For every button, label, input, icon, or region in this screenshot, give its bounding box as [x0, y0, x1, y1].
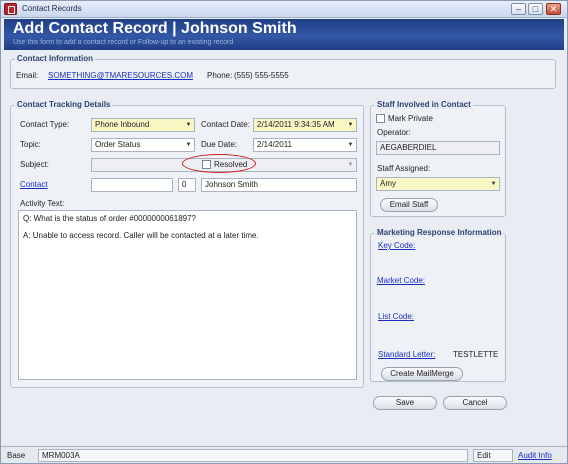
save-button[interactable]: Save [373, 396, 437, 410]
activity-text-label: Activity Text: [20, 199, 65, 208]
status-form-code: MRM003A [38, 449, 468, 462]
contact-records-window: Contact Records – □ ✕ Add Contact Record… [0, 0, 568, 464]
status-mode: Base [7, 451, 26, 460]
maximize-button[interactable]: □ [528, 3, 543, 15]
contact-tracking-legend: Contact Tracking Details [15, 100, 113, 109]
contact-information-legend: Contact Information [15, 54, 95, 63]
operator-label: Operator: [377, 128, 411, 137]
create-mailmerge-button[interactable]: Create MailMerge [381, 367, 463, 381]
email-label: Email: [16, 71, 39, 80]
staff-assigned-label: Staff Assigned: [377, 164, 431, 173]
staff-assigned-value: Amy [380, 179, 396, 188]
marketing-response-legend: Marketing Response Information [375, 228, 504, 237]
contact-code-input[interactable] [91, 178, 173, 192]
status-state: Edit [473, 449, 513, 462]
cancel-button[interactable]: Cancel [443, 396, 507, 410]
subject-label: Subject: [20, 160, 49, 169]
email-link[interactable]: SOMETHING@TMARESOURCES.COM [48, 71, 193, 80]
annotation-highlight-circle [182, 154, 256, 173]
topic-select[interactable]: Order Status ▼ [91, 138, 195, 152]
contact-name-input[interactable]: Johnson Smith [201, 178, 357, 192]
contact-type-select[interactable]: Phone Inbound ▼ [91, 118, 195, 132]
contact-date-label: Contact Date: [201, 120, 250, 129]
contact-id-input[interactable]: 0 [178, 178, 196, 192]
chevron-down-icon: ▼ [185, 122, 192, 128]
activity-line-answer: A: Unable to access record. Caller will … [23, 231, 259, 240]
mark-private-label: Mark Private [388, 114, 433, 123]
key-code-link[interactable]: Key Code: [378, 241, 415, 250]
staff-involved-group: Staff Involved in Contact Mark Private O… [370, 100, 506, 217]
contact-date-value: 2/14/2011 9:34:35 AM [257, 120, 335, 129]
page-subtitle: Use this form to add a contact record or… [13, 39, 234, 46]
form-header: Add Contact Record | Johnson Smith Use t… [4, 19, 564, 50]
topic-value: Order Status [95, 140, 141, 149]
due-date-picker[interactable]: 2/14/2011 ▼ [253, 138, 357, 152]
contact-link[interactable]: Contact [20, 180, 48, 189]
due-date-value: 2/14/2011 [257, 140, 292, 149]
due-date-label: Due Date: [201, 140, 238, 149]
staff-involved-legend: Staff Involved in Contact [375, 100, 473, 109]
window-title: Contact Records [22, 4, 82, 13]
chevron-down-icon: ▼ [347, 122, 354, 128]
marketing-response-group: Marketing Response Information Key Code:… [370, 228, 506, 382]
contact-type-value: Phone Inbound [95, 120, 150, 129]
standard-letter-link[interactable]: Standard Letter: [378, 350, 435, 359]
status-bar: Base MRM003A Edit Audit Info [1, 446, 567, 463]
page-title: Add Contact Record | Johnson Smith [13, 20, 297, 37]
standard-letter-value: TESTLETTE [453, 350, 499, 359]
title-bar: Contact Records – □ ✕ [1, 1, 567, 18]
operator-field: AEGABERDIEL [376, 141, 500, 155]
minimize-button[interactable]: – [511, 3, 526, 15]
contact-information-group: Contact Information Email: SOMETHING@TMA… [10, 54, 556, 89]
chevron-down-icon: ▼ [185, 142, 192, 148]
topic-label: Topic: [20, 140, 41, 149]
list-code-link[interactable]: List Code: [378, 312, 414, 321]
close-button[interactable]: ✕ [546, 3, 561, 15]
staff-assigned-select[interactable]: Amy ▼ [376, 177, 500, 191]
activity-textarea[interactable]: Q: What is the status of order #00000000… [18, 210, 357, 380]
phone-label: Phone: [207, 71, 233, 80]
app-icon [4, 3, 17, 15]
mark-private-checkbox[interactable] [376, 114, 385, 123]
audit-info-link[interactable]: Audit Info [518, 451, 552, 460]
contact-date-picker[interactable]: 2/14/2011 9:34:35 AM ▼ [253, 118, 357, 132]
phone-value: (555) 555-5555 [234, 71, 289, 80]
chevron-down-icon: ▼ [347, 162, 354, 168]
contact-tracking-group: Contact Tracking Details Contact Type: P… [10, 100, 364, 388]
chevron-down-icon: ▼ [490, 181, 497, 187]
market-code-link[interactable]: Market Code: [377, 276, 425, 285]
activity-line-question: Q: What is the status of order #00000000… [23, 214, 197, 223]
contact-type-label: Contact Type: [20, 120, 70, 129]
chevron-down-icon: ▼ [347, 142, 354, 148]
email-staff-button[interactable]: Email Staff [380, 198, 438, 212]
